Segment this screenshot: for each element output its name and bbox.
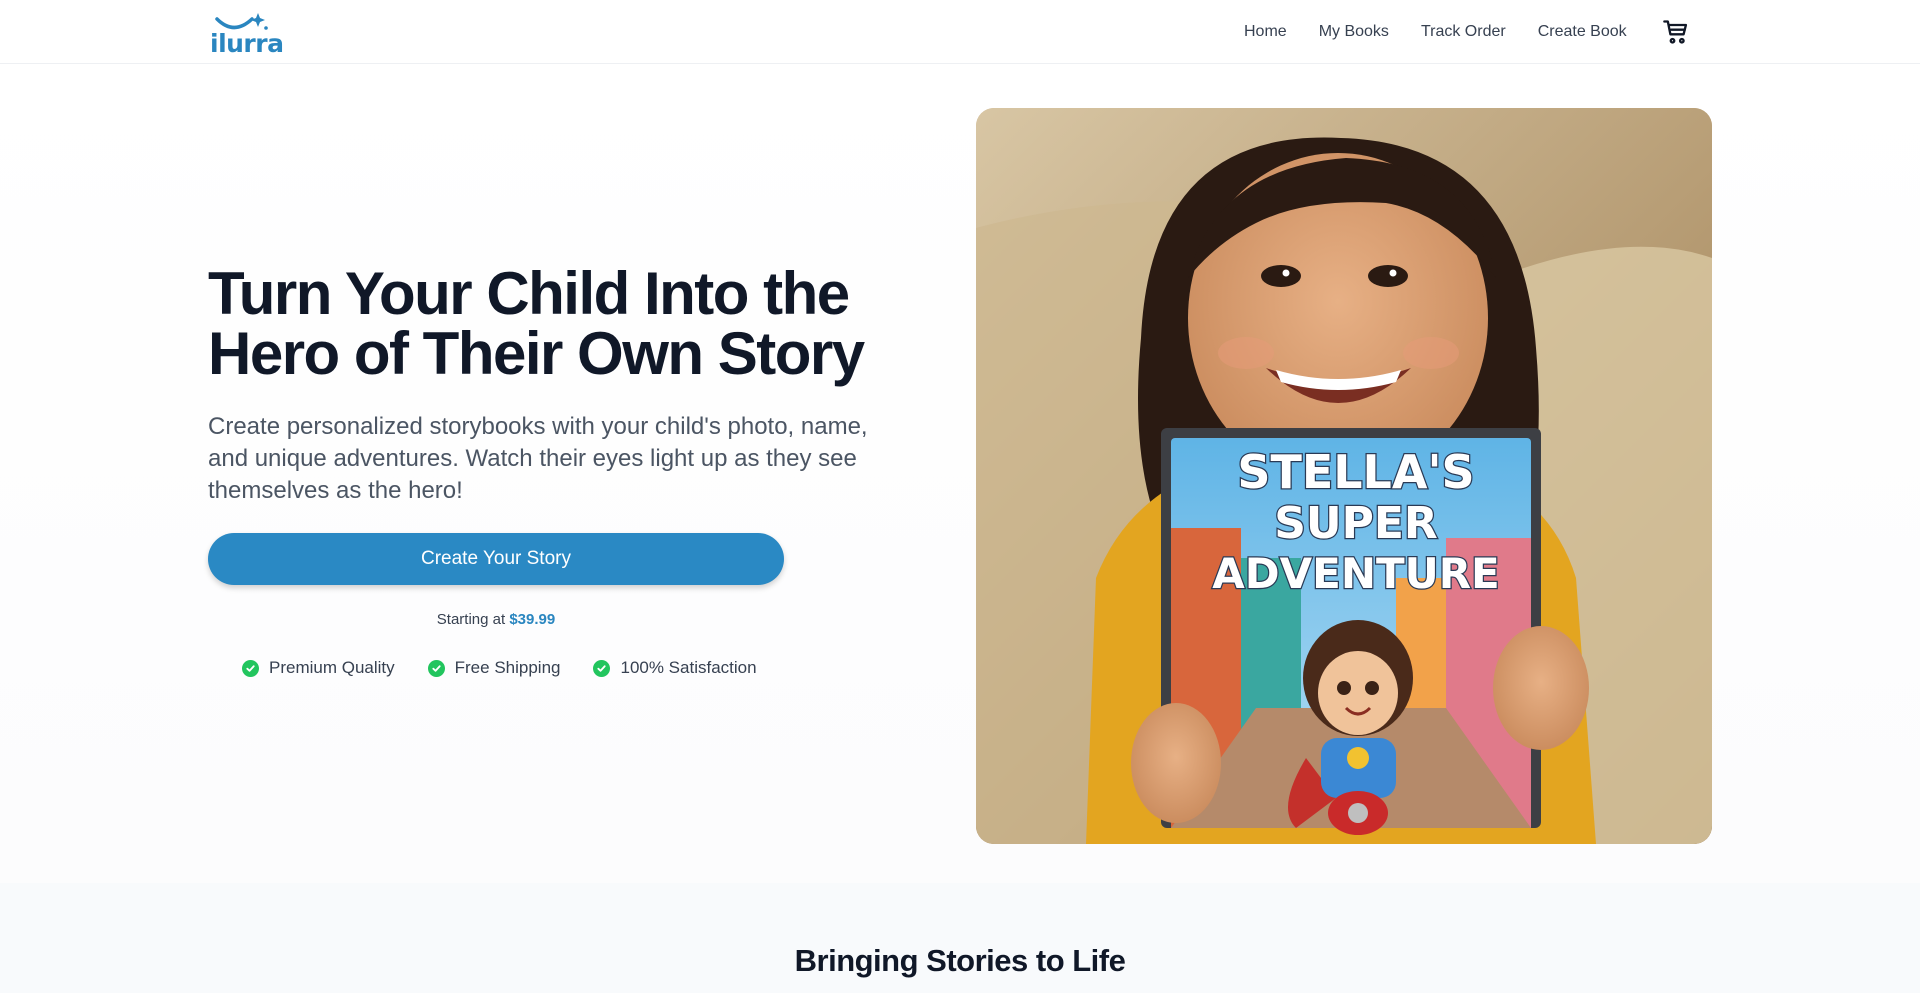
logo[interactable]: ilurra <box>210 12 284 58</box>
check-circle-icon <box>427 659 445 677</box>
feature-list: Premium Quality Free Shipping 100% Satis… <box>242 658 790 678</box>
nav-create-book[interactable]: Create Book <box>1538 23 1627 41</box>
main-nav: Home My Books Track Order Create Book <box>1244 0 1659 64</box>
price-value: $39.99 <box>509 611 556 628</box>
feature-label: Free Shipping <box>454 658 561 677</box>
feature-item: 100% Satisfaction <box>593 658 757 678</box>
nav-track-order[interactable]: Track Order <box>1421 23 1506 41</box>
cart-icon[interactable] <box>1662 18 1690 46</box>
section-title: Bringing Stories to Life <box>794 943 1126 978</box>
hero-section: Turn Your Child Into the Hero of Their O… <box>0 64 1920 883</box>
nav-my-books[interactable]: My Books <box>1319 23 1389 41</box>
feature-item: Free Shipping <box>427 658 561 678</box>
site-header: ilurra Home My Books Track Order Create … <box>0 0 1920 64</box>
price-line: Starting at $39.99 <box>208 611 784 628</box>
feature-label: 100% Satisfaction <box>620 658 757 677</box>
feature-item: Premium Quality <box>242 658 395 678</box>
nav-home[interactable]: Home <box>1244 23 1287 41</box>
price-prefix: Starting at <box>436 611 510 628</box>
hero-image: STELLA'S SUPER ADVENTURE <box>976 108 1712 844</box>
check-circle-icon <box>242 659 259 677</box>
book-title-line-1: STELLA'S <box>1237 445 1474 499</box>
create-story-button[interactable]: Create Your Story <box>208 533 784 585</box>
logo-text: ilurra <box>210 29 284 58</box>
hero-subtext: Create personalized storybooks with your… <box>208 413 868 504</box>
stories-section: Bringing Stories to Life <box>0 883 1920 993</box>
book-title-line-2: SUPER <box>1274 498 1438 549</box>
check-circle-icon <box>593 659 611 677</box>
book-title-line-3: ADVENTURE <box>1212 549 1500 598</box>
feature-label: Premium Quality <box>269 658 395 677</box>
hero-headline: Turn Your Child Into the Hero of Their O… <box>208 260 865 387</box>
